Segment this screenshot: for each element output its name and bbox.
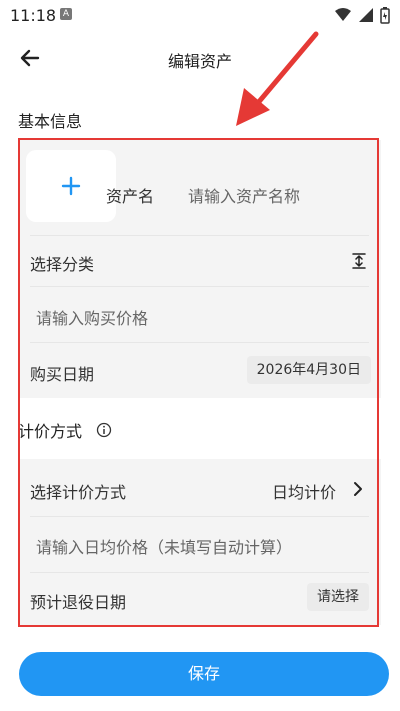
status-bar: 11:18 A [0,0,400,30]
asset-name-input[interactable]: 请输入资产名称 [188,183,300,207]
pricing-heading: 计价方式 [18,418,112,442]
retire-date-label: 预计退役日期 [30,593,127,612]
expand-vertical-icon [352,253,366,269]
annotation-arrow-icon [236,31,319,126]
add-image-button[interactable] [26,150,116,222]
basic-info-card: 资产名 请输入资产名称 选择分类 请输入购买价格 购买日期 2026年4月30日 [18,140,381,398]
asset-name-label: 资产名 [106,187,155,206]
pricing-heading-text: 计价方式 [18,422,83,441]
asset-name-row: 资产名 请输入资产名称 [18,140,381,235]
price-row: 请输入购买价格 [18,287,381,342]
wifi-icon [335,8,351,21]
app-bar: 编辑资产 [0,38,400,78]
pricing-method-value: 日均计价 [272,483,337,502]
basic-info-heading: 基本信息 [18,112,83,131]
retire-date-row: 预计退役日期 请选择 [18,573,381,625]
signal-icon [359,8,373,22]
daily-price-row: 请输入日均价格（未填写自动计算） [18,517,381,572]
chevron-right-icon [354,482,362,496]
info-circle-icon[interactable] [96,422,112,438]
pricing-card: 选择计价方式 日均计价 请输入日均价格（未填写自动计算） 预计退役日期 请选择 [18,459,381,625]
status-icons [334,6,390,24]
battery-icon [380,7,390,24]
pricing-method-label: 选择计价方式 [30,483,127,502]
page-title: 编辑资产 [167,52,232,71]
category-label: 选择分类 [30,255,95,274]
pricing-method-row[interactable]: 选择计价方式 日均计价 [18,459,381,514]
purchase-date-label: 购买日期 [30,365,95,384]
plus-icon [61,176,81,196]
price-input[interactable]: 请输入购买价格 [36,305,148,329]
purchase-date-row: 购买日期 2026年4月30日 [18,343,381,398]
save-button[interactable]: 保存 [19,652,389,696]
retire-date-picker[interactable]: 请选择 [307,583,369,611]
status-time: 11:18 [10,6,57,25]
purchase-date-picker[interactable]: 2026年4月30日 [246,356,371,384]
daily-price-input[interactable]: 请输入日均价格（未填写自动计算） [36,534,292,558]
category-row[interactable]: 选择分类 [18,236,381,286]
notification-indicator: A [60,8,72,20]
